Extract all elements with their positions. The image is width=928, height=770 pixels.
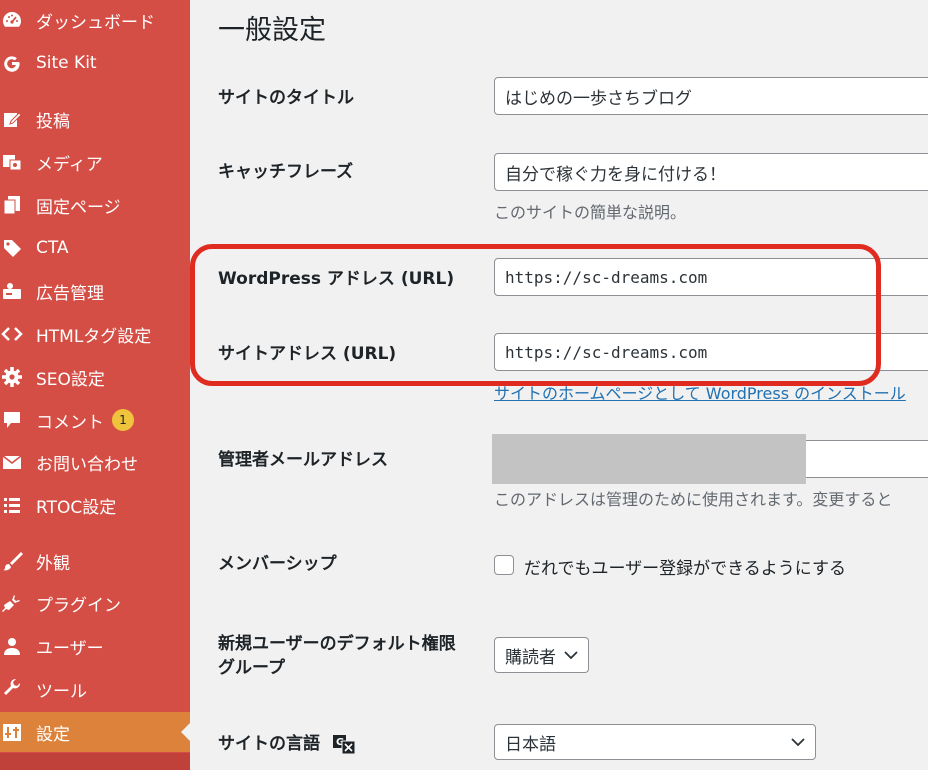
wp-address-input[interactable]: https://sc-dreams.com bbox=[494, 258, 928, 296]
site-title-input[interactable]: はじめの一歩さちブログ bbox=[494, 77, 928, 115]
site-address-label: サイトアドレス (URL) bbox=[218, 342, 396, 366]
sidebar-item-posts[interactable]: 投稿 bbox=[0, 99, 190, 139]
sidebar-item-label: ダッシュボード bbox=[36, 12, 155, 33]
settings-main: 一般設定 サイトのタイトル はじめの一歩さちブログ キャッチフレーズ 自分で稼ぐ… bbox=[190, 0, 928, 770]
sitekit-g-icon bbox=[0, 51, 24, 75]
sidebar-item-sitekit[interactable]: Site Kit bbox=[0, 43, 190, 83]
tagline-description: このサイトの簡単な説明。 bbox=[494, 203, 687, 222]
language-label-text: サイトの言語 bbox=[218, 734, 320, 754]
site-address-input[interactable]: https://sc-dreams.com bbox=[494, 333, 928, 371]
site-title-label: サイトのタイトル bbox=[218, 88, 354, 108]
language-label: サイトの言語 G bbox=[218, 732, 356, 756]
gear-icon bbox=[0, 365, 24, 389]
posts-icon bbox=[0, 107, 24, 131]
sidebar-item-appearance[interactable]: 外観 bbox=[0, 541, 190, 581]
ads-icon bbox=[0, 279, 24, 303]
sidebar-item-label: CTA bbox=[36, 238, 69, 258]
sidebar-item-label: メディア bbox=[36, 154, 103, 175]
sidebar-item-label: 設定 bbox=[36, 724, 70, 745]
admin-email-description: このアドレスは管理のために使用されます。変更すると bbox=[494, 490, 893, 509]
admin-email-label: 管理者メールアドレス bbox=[218, 450, 388, 470]
comment-icon bbox=[0, 408, 24, 432]
site-address-description-link[interactable]: サイトのホームページとして WordPress のインストール bbox=[494, 380, 906, 404]
sidebar-item-label: ツール bbox=[36, 681, 87, 702]
sidebar-item-plugins[interactable]: プラグイン bbox=[0, 583, 190, 623]
sidebar-item-tools[interactable]: ツール bbox=[0, 669, 190, 709]
default-role-label: 新規ユーザーのデフォルト権限 グループ bbox=[218, 632, 456, 680]
sidebar-item-label: RTOC設定 bbox=[36, 497, 117, 518]
sidebar-item-label: Site Kit bbox=[36, 53, 97, 73]
sidebar-item-seo[interactable]: SEO設定 bbox=[0, 357, 190, 397]
sidebar-item-rtoc[interactable]: RTOC設定 bbox=[0, 485, 190, 525]
settings-icon bbox=[0, 720, 24, 744]
chevron-down-icon bbox=[564, 650, 578, 660]
wrench-icon bbox=[0, 677, 24, 701]
plugin-icon bbox=[0, 591, 24, 615]
list-icon bbox=[0, 493, 24, 517]
sidebar-item-users[interactable]: ユーザー bbox=[0, 626, 190, 666]
dashboard-icon bbox=[0, 8, 24, 32]
wp-address-label-main: WordPress アドレス bbox=[218, 269, 395, 289]
sidebar-item-label: SEO設定 bbox=[36, 369, 105, 390]
sidebar-item-settings[interactable]: 設定 bbox=[0, 712, 190, 752]
default-role-select[interactable]: 購読者 bbox=[494, 637, 589, 673]
sidebar-bottom-strip bbox=[0, 753, 190, 770]
tagline-value: 自分で稼ぐ力を身に付ける！ bbox=[505, 164, 726, 185]
sidebar-item-media[interactable]: メディア bbox=[0, 142, 190, 182]
sidebar-item-label: HTMLタグ設定 bbox=[36, 326, 152, 347]
wp-address-label-url: (URL) bbox=[400, 269, 455, 289]
site-address-label-url: (URL) bbox=[342, 344, 397, 364]
site-title-value: はじめの一歩さちブログ bbox=[505, 88, 692, 109]
mail-icon bbox=[0, 450, 24, 474]
default-role-label-line1: 新規ユーザーのデフォルト権限 bbox=[218, 634, 456, 654]
tagline-input[interactable]: 自分で稼ぐ力を身に付ける！ bbox=[494, 153, 928, 191]
user-icon bbox=[0, 634, 24, 658]
chevron-down-icon bbox=[791, 737, 805, 747]
sidebar-item-label: 投稿 bbox=[36, 111, 70, 132]
site-address-label-main: サイトアドレス bbox=[218, 344, 337, 364]
wp-address-value: https://sc-dreams.com bbox=[505, 267, 708, 287]
comment-count-badge: 1 bbox=[112, 409, 134, 431]
sidebar-item-ads[interactable]: 広告管理 bbox=[0, 271, 190, 311]
sidebar-item-cta[interactable]: CTA bbox=[0, 228, 190, 268]
sidebar-item-label: 外観 bbox=[36, 553, 70, 574]
membership-label: メンバーシップ bbox=[218, 554, 337, 574]
code-icon bbox=[0, 322, 24, 346]
sidebar-item-label: プラグイン bbox=[36, 595, 121, 616]
sidebar-item-label: 固定ページ bbox=[36, 197, 121, 218]
redacted-block bbox=[492, 434, 806, 484]
page-title: 一般設定 bbox=[218, 15, 326, 46]
sidebar-item-pages[interactable]: 固定ページ bbox=[0, 185, 190, 225]
site-address-value: https://sc-dreams.com bbox=[505, 342, 708, 362]
sidebar-item-label: ユーザー bbox=[36, 638, 104, 659]
brush-icon bbox=[0, 549, 24, 573]
pages-icon bbox=[0, 193, 24, 217]
sidebar-item-label: お問い合わせ bbox=[36, 454, 138, 475]
default-role-value: 購読者 bbox=[505, 647, 556, 668]
sidebar-item-html-tags[interactable]: HTMLタグ設定 bbox=[0, 314, 190, 354]
wp-address-label: WordPress アドレス (URL) bbox=[218, 267, 454, 291]
membership-checkbox[interactable] bbox=[494, 555, 514, 575]
tag-icon bbox=[0, 236, 24, 260]
sidebar-item-label: コメント bbox=[36, 412, 104, 433]
sidebar-item-label: 広告管理 bbox=[36, 283, 104, 304]
language-select[interactable]: 日本語 bbox=[494, 724, 816, 760]
admin-sidebar: ダッシュボード Site Kit 投稿 メディア 固定ページ CTA 広告管理 … bbox=[0, 0, 190, 770]
default-role-label-line2: グループ bbox=[218, 658, 285, 678]
sidebar-item-contact[interactable]: お問い合わせ bbox=[0, 442, 190, 482]
sidebar-item-dashboard[interactable]: ダッシュボード bbox=[0, 0, 190, 40]
media-icon bbox=[0, 150, 24, 174]
tagline-label: キャッチフレーズ bbox=[218, 162, 354, 182]
language-value: 日本語 bbox=[505, 734, 556, 755]
sidebar-item-comments[interactable]: コメント 1 bbox=[0, 400, 190, 440]
membership-checkbox-label[interactable]: だれでもユーザー登録ができるようにする bbox=[524, 554, 846, 579]
translate-icon: G bbox=[332, 733, 356, 755]
